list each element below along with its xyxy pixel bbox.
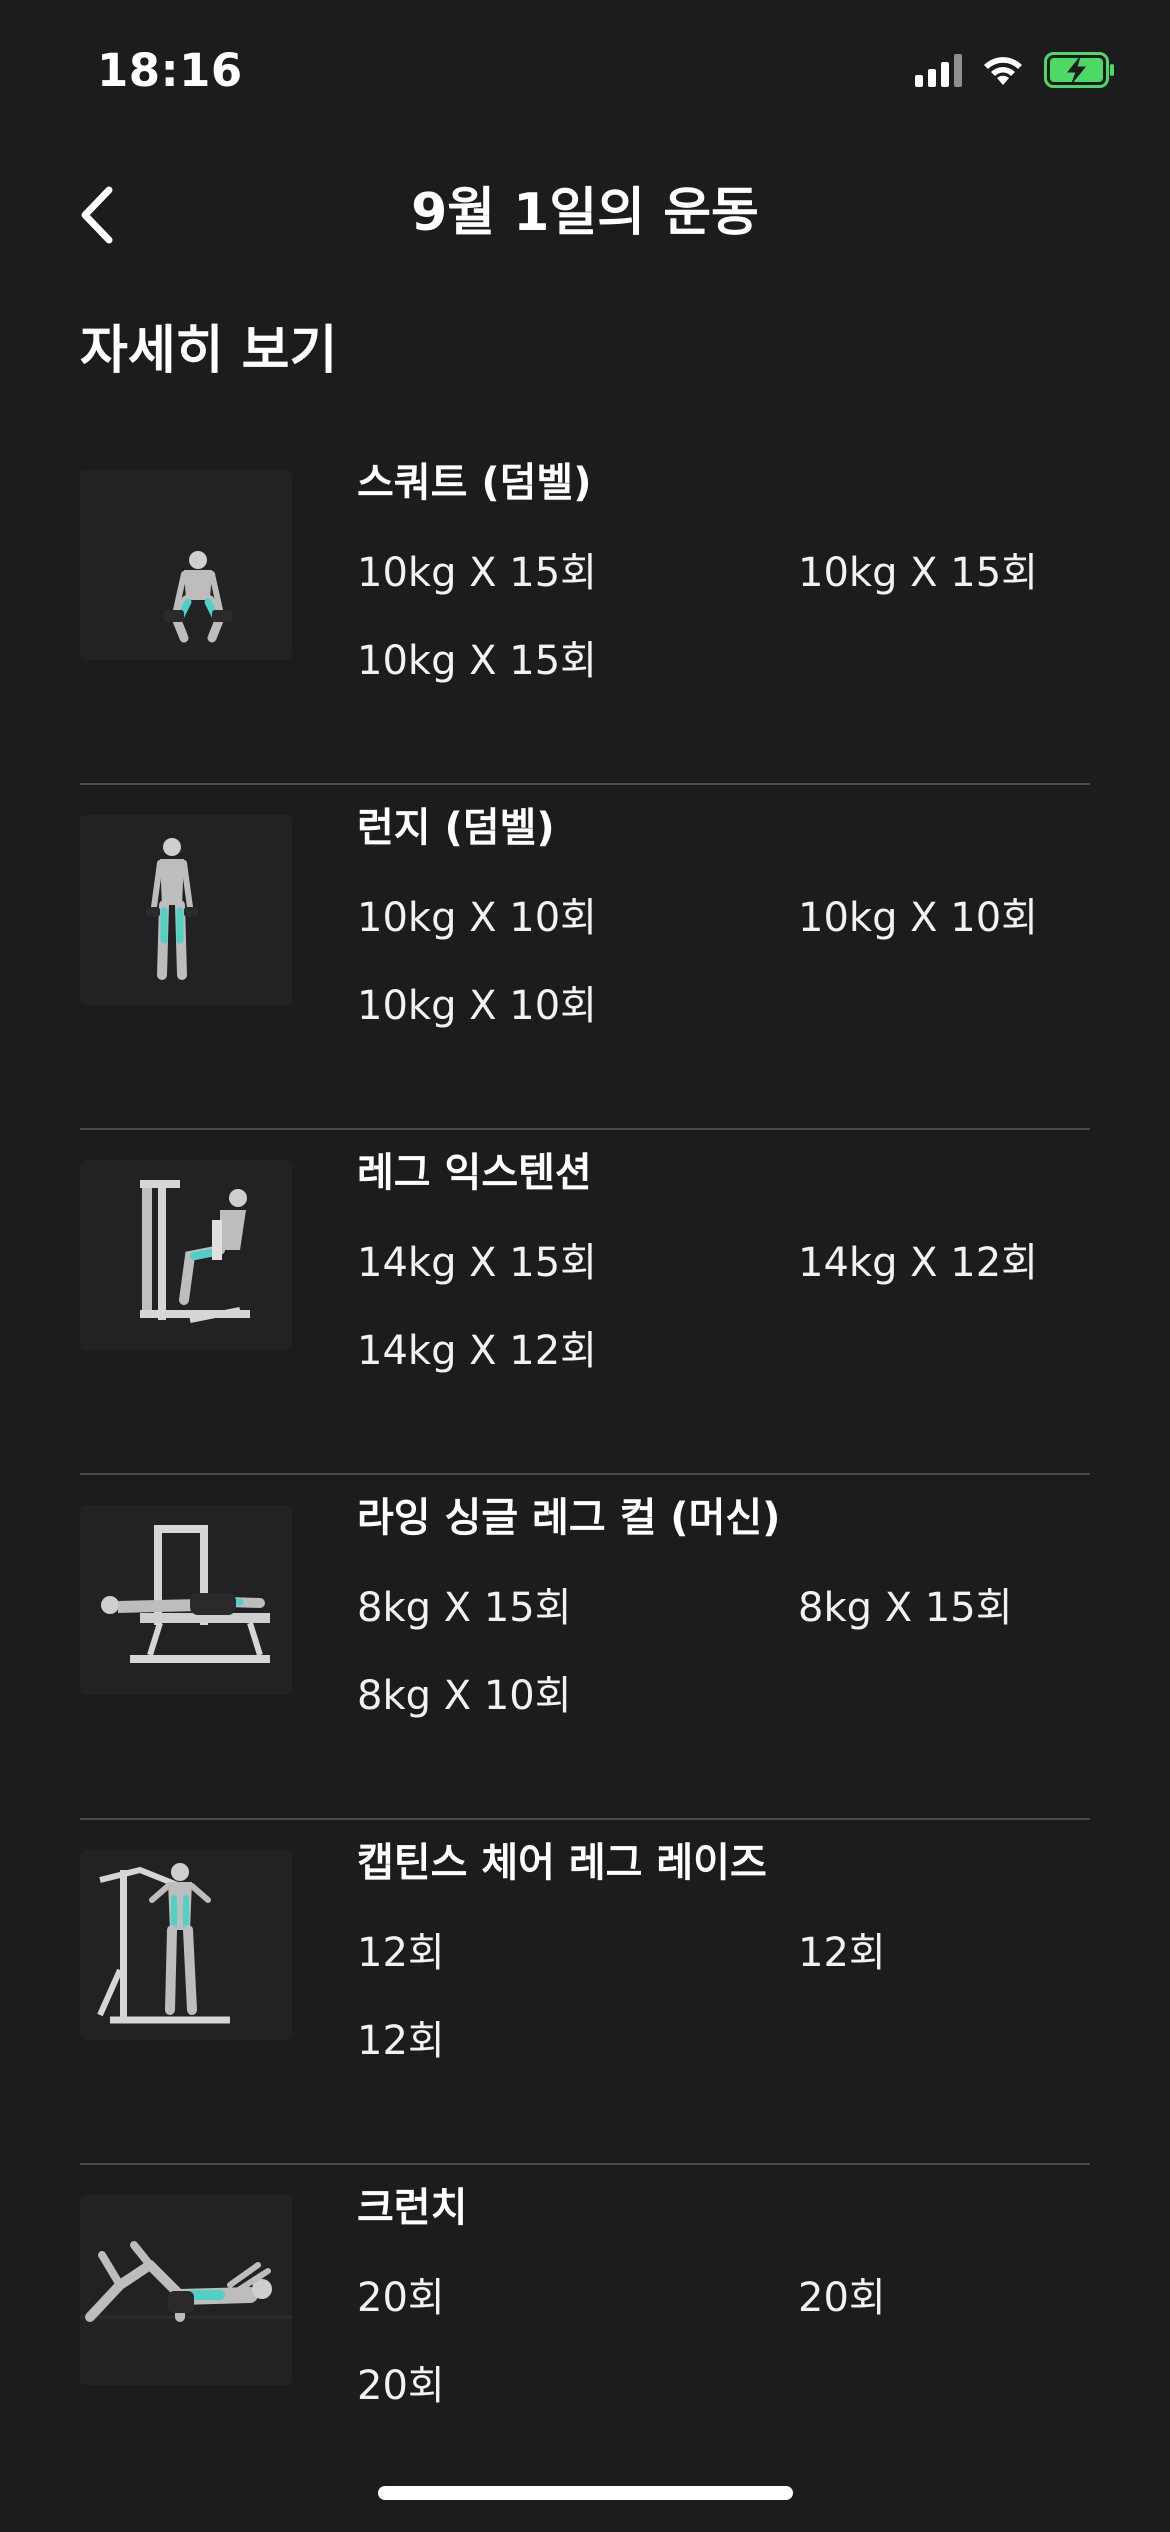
exercise-name: 크런치 — [357, 2185, 468, 2231]
exercise-name: 레그 익스텐션 — [357, 1150, 592, 1196]
section-title: 자세히 보기 — [80, 321, 338, 381]
set-value: 8kg X 10회 — [357, 1673, 572, 1719]
leg-extension-illustration — [80, 1160, 292, 1350]
exercise-name: 캡틴스 체어 레그 레이즈 — [357, 1840, 767, 1886]
exercise-item[interactable]: 라잉 싱글 레그 컬 (머신) 8kg X 15회 8kg X 15회 8kg … — [80, 1475, 1090, 1820]
crunch-illustration — [80, 2195, 292, 2385]
set-value: 14kg X 12회 — [357, 1328, 597, 1374]
squat-illustration — [80, 470, 292, 660]
lying-leg-curl-illustration — [80, 1505, 292, 1695]
set-value: 10kg X 10회 — [357, 983, 597, 1029]
set-value: 12회 — [798, 1930, 886, 1976]
exercise-item[interactable]: 캡틴스 체어 레그 레이즈 12회 12회 12회 — [80, 1820, 1090, 2165]
battery-charging-icon — [1044, 52, 1114, 88]
status-icons — [915, 52, 1116, 88]
set-value: 14kg X 12회 — [798, 1240, 1038, 1286]
status-bar: 18:16 — [0, 0, 1170, 140]
exercise-item[interactable]: 런지 (덤벨) 10kg X 10회 10kg X 10회 10kg X 10회 — [80, 785, 1090, 1130]
home-indicator[interactable] — [378, 2486, 793, 2500]
set-value: 20회 — [357, 2363, 445, 2409]
set-value: 12회 — [357, 2018, 445, 2064]
status-time: 18:16 — [97, 44, 243, 97]
cellular-signal-icon — [915, 53, 962, 87]
exercise-item[interactable]: 레그 익스텐션 14kg X 15회 14kg X 12회 14kg X 12회 — [80, 1130, 1090, 1475]
set-value: 10kg X 10회 — [798, 895, 1038, 941]
exercise-item[interactable]: 스쿼트 (덤벨) 10kg X 15회 10kg X 15회 10kg X 15… — [80, 440, 1090, 785]
set-value: 10kg X 10회 — [357, 895, 597, 941]
exercise-list: 스쿼트 (덤벨) 10kg X 15회 10kg X 15회 10kg X 15… — [80, 440, 1090, 2510]
exercise-name: 라잉 싱글 레그 컬 (머신) — [357, 1495, 781, 1541]
lunge-illustration — [80, 815, 292, 1005]
wifi-icon — [984, 57, 1022, 85]
page-title: 9월 1일의 운동 — [411, 183, 759, 243]
set-value: 10kg X 15회 — [357, 550, 597, 596]
exercise-name: 스쿼트 (덤벨) — [357, 460, 592, 506]
nav-bar: 9월 1일의 운동 — [0, 140, 1170, 275]
set-value: 20회 — [798, 2275, 886, 2321]
set-value: 8kg X 15회 — [798, 1585, 1013, 1631]
set-value: 14kg X 15회 — [357, 1240, 597, 1286]
exercise-item[interactable]: 크런치 20회 20회 20회 — [80, 2165, 1090, 2510]
set-value: 20회 — [357, 2275, 445, 2321]
set-value: 10kg X 15회 — [798, 550, 1038, 596]
exercise-name: 런지 (덤벨) — [357, 805, 555, 851]
set-value: 10kg X 15회 — [357, 638, 597, 684]
captains-chair-illustration — [80, 1850, 292, 2040]
set-value: 8kg X 15회 — [357, 1585, 572, 1631]
set-value: 12회 — [357, 1930, 445, 1976]
